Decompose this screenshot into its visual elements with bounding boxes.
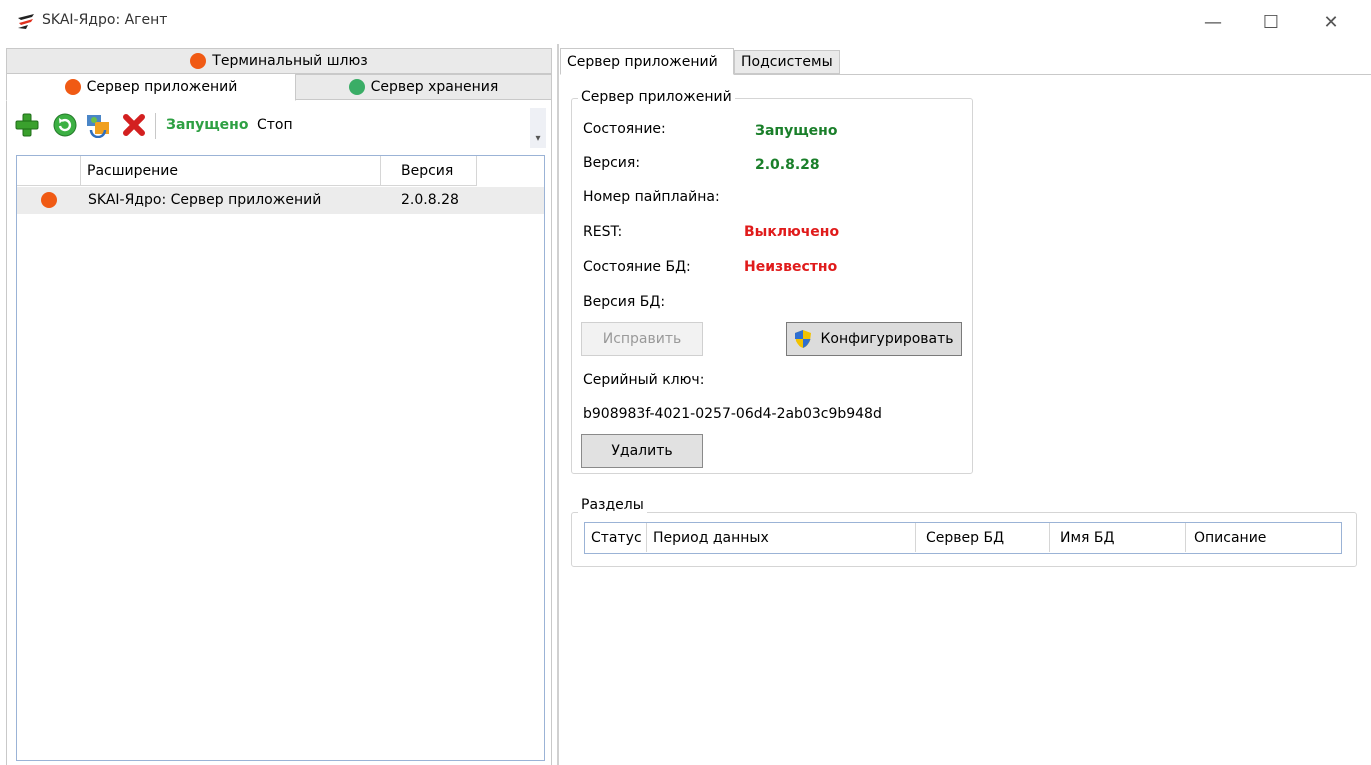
server-group-title: Сервер приложений: [578, 89, 735, 105]
update-icon[interactable]: [85, 112, 111, 138]
tab-label: Сервер приложений: [86, 79, 238, 95]
configure-button[interactable]: Конфигурировать: [786, 322, 962, 356]
rest-value: Выключено: [744, 224, 840, 240]
add-icon[interactable]: [14, 112, 40, 138]
app-logo-icon: [18, 14, 34, 29]
tab-subsystems[interactable]: Подсистемы: [734, 50, 840, 74]
title-bar: [0, 0, 1371, 44]
sections-group-title: Разделы: [578, 497, 647, 513]
serial-label: Серийный ключ:: [583, 372, 705, 388]
serial-value: b908983f-4021-0257-06d4-2ab03c9b948d: [583, 406, 882, 422]
close-button[interactable]: ✕: [1308, 0, 1354, 44]
status-running[interactable]: Запущено: [166, 117, 248, 133]
version-label: Версия:: [583, 155, 641, 171]
refresh-icon[interactable]: [52, 112, 78, 138]
row-extension: SKAI-Ядро: Сервер приложений: [88, 192, 322, 208]
tab-label: Сервер хранения: [370, 79, 499, 95]
toolbar-overflow-button[interactable]: ▾: [530, 108, 546, 148]
state-label: Состояние:: [583, 121, 666, 137]
splitter[interactable]: [557, 44, 559, 765]
pipeline-label: Номер пайплайна:: [583, 189, 720, 205]
tab-terminal-gateway[interactable]: Терминальный шлюз: [6, 48, 552, 74]
rest-label: REST:: [583, 224, 623, 240]
grid-header-version[interactable]: Версия: [381, 156, 477, 186]
grid-header-extension[interactable]: Расширение: [81, 156, 381, 186]
db-state-value: Неизвестно: [744, 259, 838, 275]
state-value: Запущено: [755, 123, 838, 139]
delete-button[interactable]: Удалить: [581, 434, 703, 468]
row-version: 2.0.8.28: [401, 192, 459, 208]
status-dot-icon: [41, 192, 57, 208]
sections-header-db-server[interactable]: Сервер БД: [916, 523, 1050, 552]
stop-button[interactable]: Стоп: [257, 117, 293, 133]
window-title: SKAI-Ядро: Агент: [42, 12, 168, 28]
fix-button[interactable]: Исправить: [581, 322, 703, 356]
configure-label: Конфигурировать: [820, 331, 954, 347]
version-value: 2.0.8.28: [755, 157, 820, 173]
tab-app-server[interactable]: Сервер приложений: [6, 73, 296, 101]
db-state-label: Состояние БД:: [583, 259, 691, 275]
sections-header-description[interactable]: Описание: [1186, 523, 1341, 552]
status-dot-icon: [190, 53, 207, 69]
db-version-label: Версия БД:: [583, 294, 666, 310]
shield-icon: [795, 330, 812, 348]
sections-header-db-name[interactable]: Имя БД: [1050, 523, 1186, 552]
minimize-button[interactable]: —: [1190, 0, 1236, 44]
status-dot-icon: [348, 79, 365, 95]
maximize-button[interactable]: ☐: [1248, 0, 1294, 44]
delete-icon[interactable]: [121, 112, 147, 138]
sections-header-status[interactable]: Статус: [585, 523, 647, 552]
tab-storage-server[interactable]: Сервер хранения: [295, 74, 552, 100]
sections-header-period[interactable]: Период данных: [647, 523, 916, 552]
status-dot-icon: [64, 79, 81, 95]
tab-label: Терминальный шлюз: [212, 53, 368, 69]
extensions-grid[interactable]: [16, 155, 545, 761]
toolbar-separator: [155, 113, 156, 139]
tab-app-server-details[interactable]: Сервер приложений: [560, 48, 734, 75]
grid-header-status[interactable]: [17, 156, 81, 186]
